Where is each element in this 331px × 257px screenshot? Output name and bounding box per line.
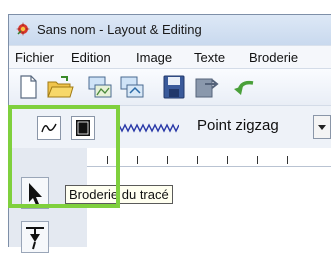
undo-icon: [234, 80, 254, 95]
highlight-box: [8, 105, 120, 208]
ruler-tick: [257, 156, 258, 164]
main-toolbar: [9, 68, 331, 105]
horizontal-ruler: [87, 148, 331, 167]
zigzag-stitch-icon: [119, 123, 179, 133]
open-button[interactable]: [45, 73, 75, 101]
embroidery-app-icon: [16, 22, 30, 36]
ruler-tick: [227, 156, 228, 164]
ruler-tick: [287, 156, 288, 164]
menu-fichier[interactable]: Fichier: [15, 50, 54, 65]
undo-button[interactable]: [231, 73, 261, 101]
import-image-icon: [120, 76, 144, 98]
screenshot-frame: Sans nom - Layout & Editing Fichier Edit…: [0, 0, 331, 253]
title-bar: Sans nom - Layout & Editing: [9, 15, 331, 45]
menu-broderie[interactable]: Broderie: [249, 50, 298, 65]
stitch-type-label[interactable]: Point zigzag: [197, 117, 279, 134]
window-title: Sans nom - Layout & Editing: [37, 22, 202, 37]
new-file-icon: [20, 75, 37, 99]
save-button[interactable]: [159, 73, 189, 101]
menu-bar: Fichier Edition Image Texte Broderie: [9, 45, 331, 68]
stitch-type-dropdown-button[interactable]: [313, 115, 331, 139]
open-folder-icon: [47, 76, 74, 98]
send-to-card-icon: [195, 78, 219, 98]
ruler-tick: [137, 156, 138, 164]
new-file-button[interactable]: [13, 73, 43, 101]
send-to-card-button[interactable]: [191, 73, 221, 101]
scan-image-button[interactable]: [85, 73, 115, 101]
ruler-tick: [197, 156, 198, 164]
import-image-button[interactable]: [117, 73, 147, 101]
ruler-tick: [167, 156, 168, 164]
pen-tool-button[interactable]: [21, 221, 49, 253]
menu-image[interactable]: Image: [136, 50, 172, 65]
scan-image-icon: [88, 76, 112, 98]
design-canvas[interactable]: [87, 167, 331, 247]
menu-edition[interactable]: Edition: [71, 50, 111, 65]
pen-tool-icon: [26, 227, 44, 250]
save-icon: [163, 75, 185, 99]
menu-texte[interactable]: Texte: [194, 50, 225, 65]
